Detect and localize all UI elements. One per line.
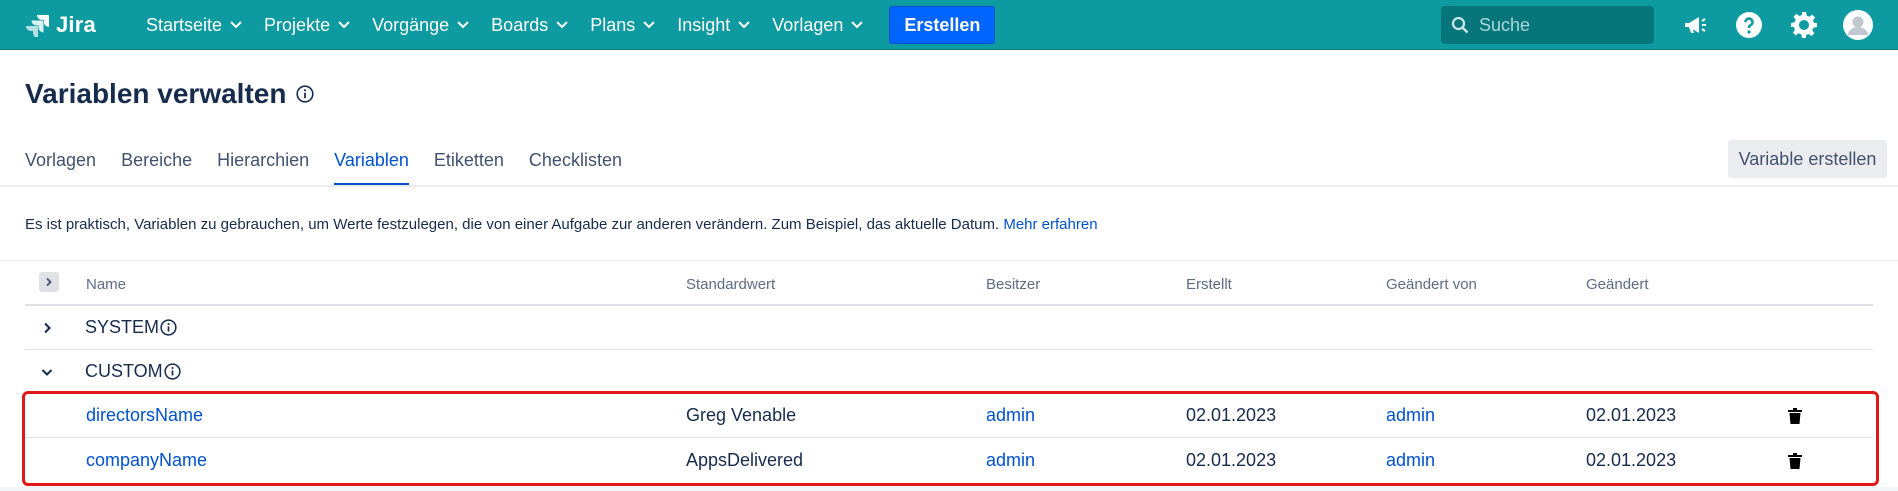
- tab-bar: Vorlagen Bereiche Hierarchien Variablen …: [25, 150, 647, 186]
- chevron-right-icon[interactable]: [40, 321, 54, 335]
- table-row: directorsName Greg Venable admin 02.01.2…: [25, 394, 1873, 438]
- logo-text: Jira: [56, 12, 96, 37]
- owner-link[interactable]: admin: [986, 405, 1035, 426]
- search-box[interactable]: [1441, 6, 1654, 44]
- page-title-text: Variablen verwalten: [25, 78, 287, 109]
- trash-icon[interactable]: [1788, 408, 1802, 424]
- tab-bereiche[interactable]: Bereiche: [121, 150, 192, 186]
- owner-link[interactable]: admin: [986, 450, 1035, 471]
- jira-logo[interactable]: Jira: [26, 11, 96, 39]
- create-button[interactable]: Erstellen: [889, 6, 996, 44]
- nav-startseite[interactable]: Startseite: [146, 15, 242, 36]
- tab-variablen[interactable]: Variablen: [334, 150, 409, 186]
- description-divider: [0, 260, 1898, 261]
- main-nav: Startseite Projekte Vorgänge Boards Plan…: [146, 0, 996, 50]
- chevron-down-icon: [738, 21, 751, 29]
- nav-boards[interactable]: Boards: [491, 15, 568, 36]
- megaphone-icon: [1685, 17, 1706, 33]
- nav-label: Vorgänge: [372, 14, 450, 35]
- info-icon[interactable]: [296, 85, 315, 103]
- learn-more-link[interactable]: Mehr erfahren: [1003, 216, 1097, 233]
- bottom-strip: [0, 487, 1898, 491]
- nav-label: Boards: [491, 14, 549, 35]
- nav-label: Projekte: [264, 14, 331, 35]
- chevron-down-icon: [338, 21, 350, 29]
- group-row-custom[interactable]: CUSTOM: [25, 350, 1873, 394]
- group-label: CUSTOM: [85, 361, 181, 382]
- header-name[interactable]: Name: [86, 276, 126, 293]
- table-row: companyName AppsDelivered admin 02.01.20…: [25, 438, 1873, 484]
- header-default[interactable]: Standardwert: [686, 276, 775, 293]
- chevron-down-icon: [230, 21, 242, 29]
- changed-date: 02.01.2023: [1586, 405, 1677, 425]
- nav-label: Startseite: [146, 14, 223, 35]
- changed-by-link[interactable]: admin: [1386, 405, 1435, 426]
- nav-vorgaenge[interactable]: Vorgänge: [372, 15, 469, 36]
- info-icon[interactable]: [164, 363, 181, 380]
- nav-insight[interactable]: Insight: [677, 14, 751, 36]
- tab-checklisten[interactable]: Checklisten: [529, 150, 622, 186]
- tab-etiketten[interactable]: Etiketten: [434, 150, 504, 186]
- page-title: Variablen verwalten: [25, 78, 315, 110]
- chevron-right-icon: [46, 277, 52, 287]
- nav-label: Plans: [590, 14, 636, 35]
- nav-label: Insight: [677, 14, 731, 35]
- notifications-button[interactable]: [1680, 10, 1710, 40]
- search-icon: [1451, 16, 1469, 34]
- tab-hierarchien[interactable]: Hierarchien: [217, 150, 309, 186]
- chevron-down-icon: [643, 21, 655, 29]
- create-variable-button[interactable]: Variable erstellen: [1728, 140, 1887, 178]
- header-changed[interactable]: Geändert: [1586, 276, 1649, 293]
- variable-name-link[interactable]: directorsName: [86, 405, 203, 426]
- avatar-icon: [1843, 10, 1873, 40]
- info-icon[interactable]: [160, 319, 177, 336]
- settings-button[interactable]: [1789, 10, 1819, 40]
- created-date: 02.01.2023: [1186, 405, 1277, 425]
- trash-icon[interactable]: [1788, 453, 1802, 469]
- nav-label: Vorlagen: [772, 14, 844, 35]
- group-row-system[interactable]: SYSTEM: [25, 306, 1873, 350]
- header-created[interactable]: Erstellt: [1186, 276, 1232, 293]
- help-button[interactable]: [1734, 10, 1764, 40]
- description-text: Es ist praktisch, Variablen zu gebrauche…: [25, 216, 1000, 233]
- default-value: Greg Venable: [686, 405, 797, 425]
- profile-avatar[interactable]: [1843, 10, 1873, 40]
- chevron-down-icon: [851, 21, 864, 29]
- nav-vorlagen[interactable]: Vorlagen: [772, 14, 864, 36]
- group-name: CUSTOM: [85, 361, 163, 381]
- jira-logo-icon: [26, 15, 49, 37]
- nav-plans[interactable]: Plans: [590, 15, 655, 36]
- header-owner[interactable]: Besitzer: [986, 276, 1040, 293]
- help-icon: [1736, 12, 1762, 38]
- tabs-divider: [0, 185, 1898, 187]
- table-header: Name Standardwert Besitzer Erstellt Geän…: [25, 268, 1873, 306]
- default-value: AppsDelivered: [686, 450, 804, 470]
- group-name: SYSTEM: [85, 317, 160, 337]
- chevron-down-icon: [457, 21, 469, 29]
- created-date: 02.01.2023: [1186, 450, 1277, 470]
- changed-by-link[interactable]: admin: [1386, 450, 1435, 471]
- nav-projekte[interactable]: Projekte: [264, 15, 350, 36]
- description: Es ist praktisch, Variablen zu gebrauche…: [25, 216, 1098, 233]
- variable-name-link[interactable]: companyName: [86, 450, 207, 471]
- chevron-down-icon[interactable]: [40, 365, 54, 379]
- search-input[interactable]: [1479, 14, 1649, 36]
- expand-all-button[interactable]: [39, 272, 59, 292]
- chevron-down-icon: [556, 21, 568, 29]
- tab-vorlagen[interactable]: Vorlagen: [25, 150, 96, 186]
- gear-icon: [1791, 12, 1817, 38]
- changed-date: 02.01.2023: [1586, 450, 1677, 470]
- header-changed-by[interactable]: Geändert von: [1386, 276, 1477, 293]
- top-navigation-bar: Jira Startseite Projekte Vorgänge Boards…: [0, 0, 1898, 50]
- group-label: SYSTEM: [85, 317, 177, 338]
